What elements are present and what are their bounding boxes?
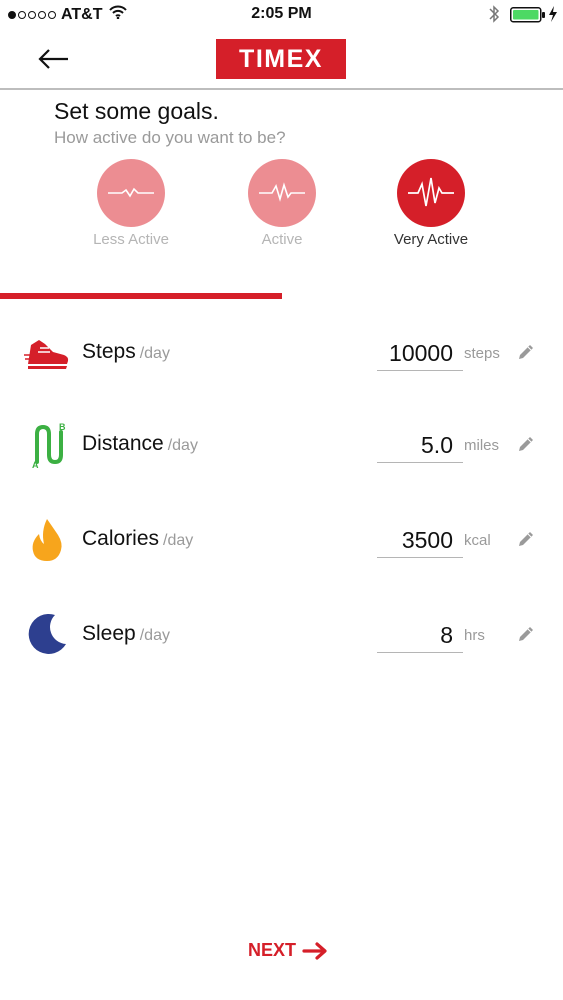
edit-steps-button[interactable] <box>516 342 536 362</box>
activity-label: Very Active <box>393 231 469 248</box>
header: TIMEX <box>0 30 563 90</box>
goal-period: /day <box>167 437 198 454</box>
route-icon: A B <box>24 420 70 470</box>
goal-unit-distance: miles <box>464 437 500 454</box>
next-label: NEXT <box>248 940 297 960</box>
heartbeat-icon <box>259 182 305 202</box>
svg-text:A: A <box>32 460 39 468</box>
battery-icon <box>510 7 546 28</box>
svg-text:B: B <box>59 422 66 432</box>
page-subtitle: How active do you want to be? <box>54 128 286 147</box>
edit-sleep-button[interactable] <box>516 624 536 644</box>
activity-option-very-active[interactable]: Very Active <box>366 159 496 251</box>
moon-icon <box>24 610 70 660</box>
goal-name-sleep: Sleep/day <box>82 622 170 645</box>
back-button[interactable] <box>36 44 72 74</box>
charging-bolt-icon <box>548 6 558 27</box>
shoe-icon <box>24 328 70 378</box>
setup-progress-bar <box>0 293 563 299</box>
goal-row-calories: Calories/day 3500 kcal <box>0 515 563 575</box>
activity-label: Active <box>261 231 303 248</box>
goal-row-sleep: Sleep/day 8 hrs <box>0 610 563 670</box>
status-time: 2:05 PM <box>251 5 312 22</box>
activity-circle <box>397 159 465 227</box>
sleep-value-input[interactable]: 8 <box>377 618 463 653</box>
back-arrow-icon <box>38 49 68 69</box>
goal-period: /day <box>163 532 194 549</box>
goal-period: /day <box>139 345 170 362</box>
flame-icon <box>24 515 70 565</box>
status-bar: AT&T 2:05 PM <box>0 0 563 30</box>
goal-row-steps: Steps/day 10000 steps <box>0 328 563 388</box>
heartbeat-icon <box>108 187 154 198</box>
arrow-right-icon <box>302 941 327 960</box>
goal-row-distance: A B Distance/day 5.0 miles <box>0 420 563 480</box>
calories-value-input[interactable]: 3500 <box>377 523 463 558</box>
page-title: Set some goals. <box>54 98 219 124</box>
goal-name-calories: Calories/day <box>82 527 194 550</box>
timex-logo: TIMEX <box>216 39 346 79</box>
goals-screen: AT&T 2:05 PM TIMEX Set some goals. How a… <box>0 0 563 1000</box>
goal-name-steps: Steps/day <box>82 340 170 363</box>
activity-option-active[interactable]: Active <box>217 159 347 251</box>
activity-label: Less Active <box>93 231 169 248</box>
activity-circle <box>248 159 316 227</box>
pencil-icon <box>519 437 533 451</box>
bluetooth-icon <box>488 4 500 29</box>
pencil-icon <box>519 627 533 641</box>
pencil-icon <box>519 345 533 359</box>
next-button[interactable]: NEXT <box>248 940 328 961</box>
heartbeat-icon <box>408 177 454 207</box>
goal-unit-calories: kcal <box>464 532 491 549</box>
progress-fill <box>0 293 282 299</box>
activity-circle <box>97 159 165 227</box>
goal-unit-sleep: hrs <box>464 627 485 644</box>
pencil-icon <box>519 532 533 546</box>
steps-value-input[interactable]: 10000 <box>377 336 463 371</box>
edit-calories-button[interactable] <box>516 529 536 549</box>
distance-value-input[interactable]: 5.0 <box>377 428 463 463</box>
edit-distance-button[interactable] <box>516 434 536 454</box>
activity-option-less-active[interactable]: Less Active <box>66 159 196 251</box>
goal-name-distance: Distance/day <box>82 432 198 455</box>
goal-period: /day <box>139 627 170 644</box>
goal-unit-steps: steps <box>464 345 500 362</box>
